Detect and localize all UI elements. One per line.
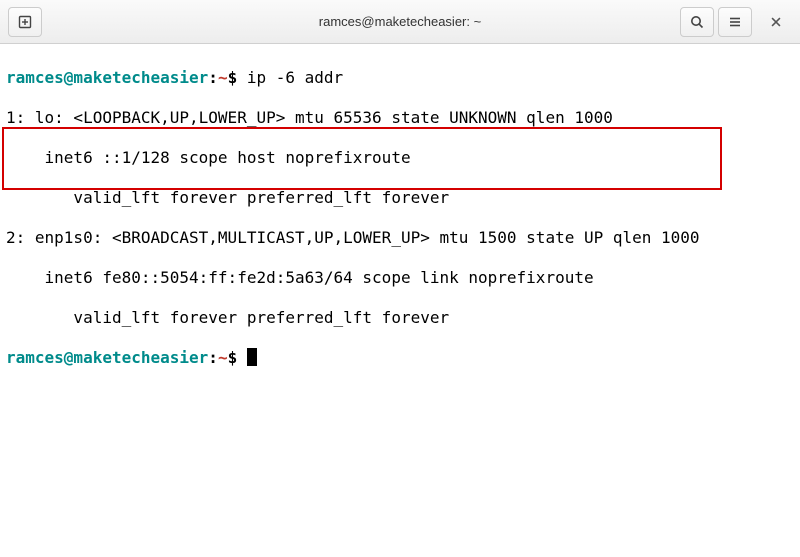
new-tab-button[interactable] <box>8 7 42 37</box>
menu-button[interactable] <box>718 7 752 37</box>
prompt-path: ~ <box>218 68 228 87</box>
prompt-dollar: $ <box>228 68 238 87</box>
window-titlebar: ramces@maketecheasier: ~ <box>0 0 800 44</box>
command-1: ip -6 addr <box>247 68 343 87</box>
close-icon <box>769 15 783 29</box>
output-line-6: valid_lft forever preferred_lft forever <box>6 308 794 328</box>
window-title: ramces@maketecheasier: ~ <box>319 14 481 29</box>
search-icon <box>689 14 705 30</box>
terminal-area[interactable]: ramces@maketecheasier:~$ ip -6 addr 1: l… <box>0 44 800 557</box>
search-button[interactable] <box>680 7 714 37</box>
output-line-5: inet6 fe80::5054:ff:fe2d:5a63/64 scope l… <box>6 268 794 288</box>
output-line-3: valid_lft forever preferred_lft forever <box>6 188 794 208</box>
terminal-cursor <box>247 348 257 366</box>
prompt-user: ramces@maketecheasier <box>6 348 208 367</box>
prompt-separator: : <box>208 348 218 367</box>
output-line-4: 2: enp1s0: <BROADCAST,MULTICAST,UP,LOWER… <box>6 228 794 248</box>
prompt-line-2: ramces@maketecheasier:~$ <box>6 348 794 368</box>
titlebar-left-group <box>8 7 42 37</box>
output-line-1: 1: lo: <LOOPBACK,UP,LOWER_UP> mtu 65536 … <box>6 108 794 128</box>
prompt-user: ramces@maketecheasier <box>6 68 208 87</box>
highlight-box <box>2 127 722 190</box>
prompt-separator: : <box>208 68 218 87</box>
new-tab-icon <box>17 14 33 30</box>
titlebar-right-group <box>680 7 792 37</box>
prompt-path: ~ <box>218 348 228 367</box>
close-button[interactable] <box>760 7 792 37</box>
prompt-dollar: $ <box>228 348 238 367</box>
prompt-line-1: ramces@maketecheasier:~$ ip -6 addr <box>6 68 794 88</box>
hamburger-icon <box>727 14 743 30</box>
